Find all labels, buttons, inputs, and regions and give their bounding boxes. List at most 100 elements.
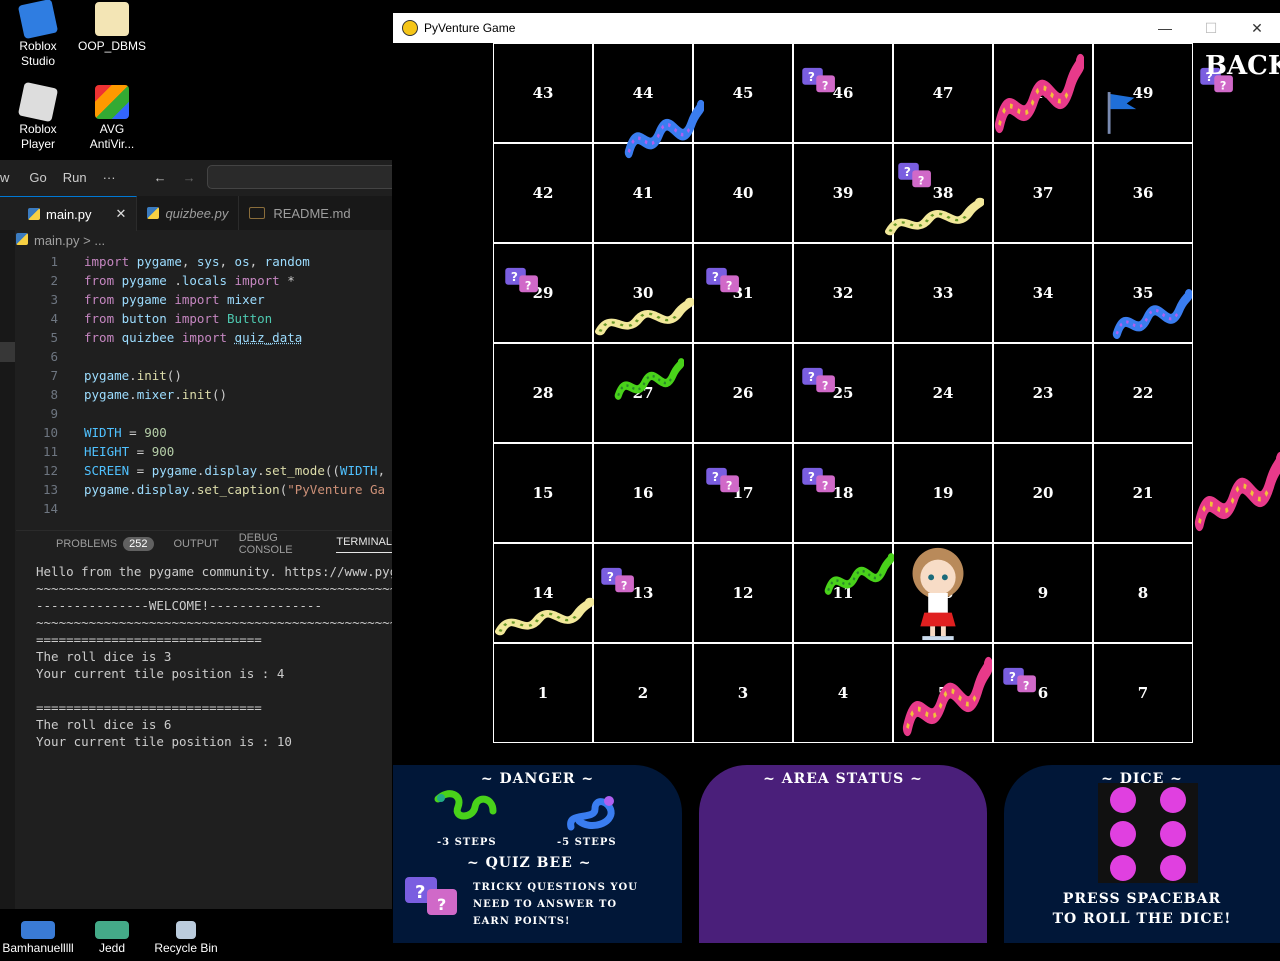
green-snake-penalty: -3 STEPS [437, 837, 497, 848]
svg-text:?: ? [808, 370, 815, 384]
desktop-icon-jedd[interactable]: Jedd [74, 921, 150, 961]
terminal-line: The roll dice is 6 [36, 717, 172, 732]
code-line: 9 [50, 406, 58, 421]
back-arrow-icon[interactable]: ← [154, 170, 167, 185]
question-bubble-icon: ?? [898, 162, 931, 187]
minimize-button[interactable]: — [1142, 20, 1188, 37]
snake-icon [994, 53, 1084, 134]
recycle-bin-icon [176, 921, 196, 939]
question-bubble-icon: ?? [706, 467, 739, 492]
svg-text:?: ? [1220, 79, 1227, 92]
desktop-icon-label: Jedd [98, 941, 126, 955]
board-tile: 12 [693, 543, 793, 643]
board-tile: 19 [893, 443, 993, 543]
breadcrumb[interactable]: main.py > ... [16, 233, 105, 248]
back-button[interactable]: BACK [1205, 51, 1280, 81]
code-line: 7 pygame.init() [50, 368, 182, 383]
desktop-bottom-area: Bamhanuelllll Jedd Recycle Bin [0, 909, 392, 961]
code-line: 14 [42, 501, 58, 516]
board-tile: 8 [1093, 543, 1193, 643]
terminal-line: The roll dice is 3 [36, 649, 172, 664]
desktop-icon-recycle-bin[interactable]: Recycle Bin [148, 921, 224, 961]
panel-tabs: PROBLEMS 252 OUTPUT DEBUG CONSOLE TERMINA… [16, 530, 392, 557]
maximize-button[interactable]: ☐ [1188, 20, 1234, 37]
tab-problems[interactable]: PROBLEMS 252 [36, 537, 154, 551]
terminal-line: Hello from the pygame community. https:/… [36, 564, 392, 579]
dice-face [1098, 783, 1198, 883]
tab-quizbee-py[interactable]: quizbee.py [137, 196, 240, 230]
snake-icon [624, 99, 704, 159]
board-tile: 28 [493, 343, 593, 443]
close-button[interactable]: ✕ [1234, 20, 1280, 37]
terminal-line: ~~~~~~~~~~~~~~~~~~~~~~~~~~~~~~~~~~~~~~~~… [36, 615, 392, 630]
code-line: 3 from pygame import mixer [50, 292, 265, 307]
tab-debug-console[interactable]: DEBUG CONSOLE [239, 532, 317, 556]
svg-text:?: ? [1023, 679, 1030, 692]
command-center[interactable] [207, 165, 392, 189]
menu-item-run[interactable]: Run [63, 170, 87, 185]
board-tile: 22 [1093, 343, 1193, 443]
tab-terminal[interactable]: TERMINAL [336, 536, 392, 553]
tab-main-py[interactable]: main.py ✕ [0, 196, 138, 231]
svg-text:?: ? [607, 570, 614, 584]
desktop-icon-roblox-studio[interactable]: Roblox Studio [0, 0, 76, 69]
user-icon [95, 921, 129, 939]
markdown-file-icon [249, 207, 266, 219]
close-icon[interactable]: ✕ [116, 206, 127, 222]
svg-text:?: ? [822, 479, 829, 492]
board-tile: 16 [593, 443, 693, 543]
snake-icon [614, 358, 684, 400]
menu-more[interactable]: ··· [103, 170, 116, 185]
desktop-icon-oop-dbms[interactable]: OOP_DBMS [74, 2, 150, 54]
board-tile: 24 [893, 343, 993, 443]
board-tile: 4 [793, 643, 893, 743]
finish-flag-icon [1107, 92, 1137, 134]
desktop-icon-label: Bamhanuelllll [2, 941, 74, 955]
roll-dice-hint: PRESS SPACEBAR TO ROLL THE DICE! [1004, 889, 1280, 929]
question-bubble-icon: ?? [601, 567, 634, 592]
area-status-card: ~ AREA STATUS ~ [699, 765, 987, 943]
svg-text:?: ? [726, 479, 733, 492]
tab-output[interactable]: OUTPUT [174, 538, 219, 550]
board-tile: 43 [493, 43, 593, 143]
desktop-icon-avg[interactable]: AVG AntiVir... [74, 85, 150, 152]
desktop-icon-bamhanuel[interactable]: Bamhanuelllll [0, 921, 76, 961]
svg-text:?: ? [1009, 670, 1016, 684]
python-file-icon [16, 233, 28, 245]
svg-text:?: ? [525, 279, 532, 292]
desktop-icon-label: AVG AntiVir... [89, 122, 135, 151]
board-tile: 40 [693, 143, 793, 243]
activity-bar-selection [0, 342, 15, 362]
tab-readme-md[interactable]: README.md [239, 196, 360, 230]
snake-icon [824, 553, 894, 595]
python-file-icon [147, 207, 160, 219]
vscode-window: w Go Run ··· ← → main.py ✕ quizbee.py RE… [0, 160, 392, 909]
svg-text:?: ? [808, 470, 815, 484]
question-bubble-icon: ? ? [405, 877, 457, 915]
board-tile: 33 [893, 243, 993, 343]
dice-card: ~ DICE ~ PRESS SPACEBAR TO ROLL THE DICE… [1004, 765, 1280, 943]
area-status-title: ~ AREA STATUS ~ [763, 771, 923, 787]
svg-text:?: ? [918, 174, 925, 187]
code-editor[interactable]: 1 import pygame, sys, os, random 2 from py… [16, 252, 392, 518]
forward-arrow-icon[interactable]: → [183, 170, 196, 185]
question-bubble-icon: ?? [706, 267, 739, 292]
question-bubble-icon: ?? [802, 67, 835, 92]
terminal-line: ~~~~~~~~~~~~~~~~~~~~~~~~~~~~~~~~~~~~~~~~… [36, 581, 392, 596]
desktop-icon-roblox-player[interactable]: Roblox Player [0, 81, 76, 152]
svg-text:?: ? [511, 270, 518, 284]
board-tile: 36 [1093, 143, 1193, 243]
menu-item-window[interactable]: w [0, 170, 9, 185]
question-bubble-icon: ?? [1003, 667, 1036, 692]
board-tile: 32 [793, 243, 893, 343]
svg-text:?: ? [726, 279, 733, 292]
quiz-bee-description: TRICKY QUESTIONS YOU NEED TO ANSWER TO E… [473, 882, 638, 927]
board-tile: 39 [793, 143, 893, 243]
terminal-output[interactable]: Hello from the pygame community. https:/… [36, 563, 392, 750]
board-tile: 9 [993, 543, 1093, 643]
problems-count-badge: 252 [123, 537, 154, 551]
menu-item-go[interactable]: Go [29, 170, 46, 185]
terminal-line: Your current tile position is : 4 [36, 666, 285, 681]
code-line: 8 pygame.mixer.init() [50, 387, 228, 402]
